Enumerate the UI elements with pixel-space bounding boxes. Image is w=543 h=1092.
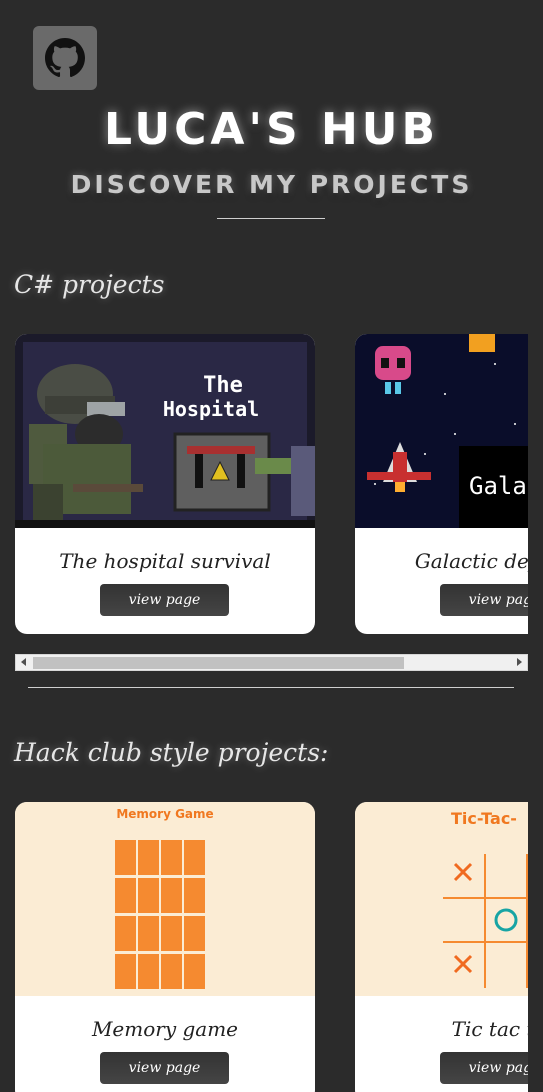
github-button[interactable] [33, 26, 97, 90]
csharp-projects-row[interactable]: The Hospital The hospital survival view … [15, 334, 528, 636]
horizontal-scrollbar[interactable] [15, 654, 528, 671]
tictactoe-thumb-title: Tic-Tac- [451, 809, 517, 828]
scrollbar-thumb[interactable] [33, 657, 404, 669]
card-title: Memory game [91, 1017, 239, 1041]
view-page-button[interactable]: view page [440, 1052, 528, 1084]
page-scrollbar[interactable] [528, 0, 543, 1092]
section-heading-csharp: C# projects [14, 270, 165, 299]
memory-thumb-title: Memory Game [116, 807, 213, 821]
hospital-thumb-line2: Hospital [163, 397, 259, 421]
scroll-left-icon[interactable] [21, 658, 26, 666]
project-card[interactable]: Tic-Tac- Tic tac toe view page [355, 802, 528, 1092]
hero-divider [217, 218, 325, 219]
project-card[interactable]: Memory Game Memory game view page [15, 802, 315, 1092]
galactic-thumb-text: Galact [469, 472, 528, 500]
view-page-button[interactable]: view page [440, 584, 528, 616]
tictactoe-thumbnail: Tic-Tac- [355, 802, 528, 996]
scroll-right-icon[interactable] [517, 658, 522, 666]
card-title: The hospital survival [59, 549, 271, 573]
hackclub-projects-row[interactable]: Memory Game Memory game view page Tic-Ta… [15, 802, 528, 1092]
github-icon [45, 38, 85, 78]
project-card[interactable]: The Hospital The hospital survival view … [15, 334, 315, 634]
section-heading-hackclub: Hack club style projects: [14, 738, 329, 767]
hospital-thumbnail: The Hospital [15, 334, 315, 528]
page-title: LUCA'S HUB [103, 104, 440, 155]
project-card[interactable]: Galact Galactic defender view page [355, 334, 528, 634]
card-title: Tic tac toe [451, 1017, 528, 1041]
memory-thumbnail: Memory Game [15, 802, 315, 996]
card-title: Galactic defender [414, 549, 528, 573]
view-page-button[interactable]: view page [100, 1052, 229, 1084]
hospital-thumb-line1: The [203, 373, 243, 398]
galactic-thumbnail: Galact [355, 334, 528, 528]
view-page-button[interactable]: view page [100, 584, 229, 616]
page-subtitle: DISCOVER MY PROJECTS [70, 170, 473, 199]
section-divider [28, 687, 514, 688]
